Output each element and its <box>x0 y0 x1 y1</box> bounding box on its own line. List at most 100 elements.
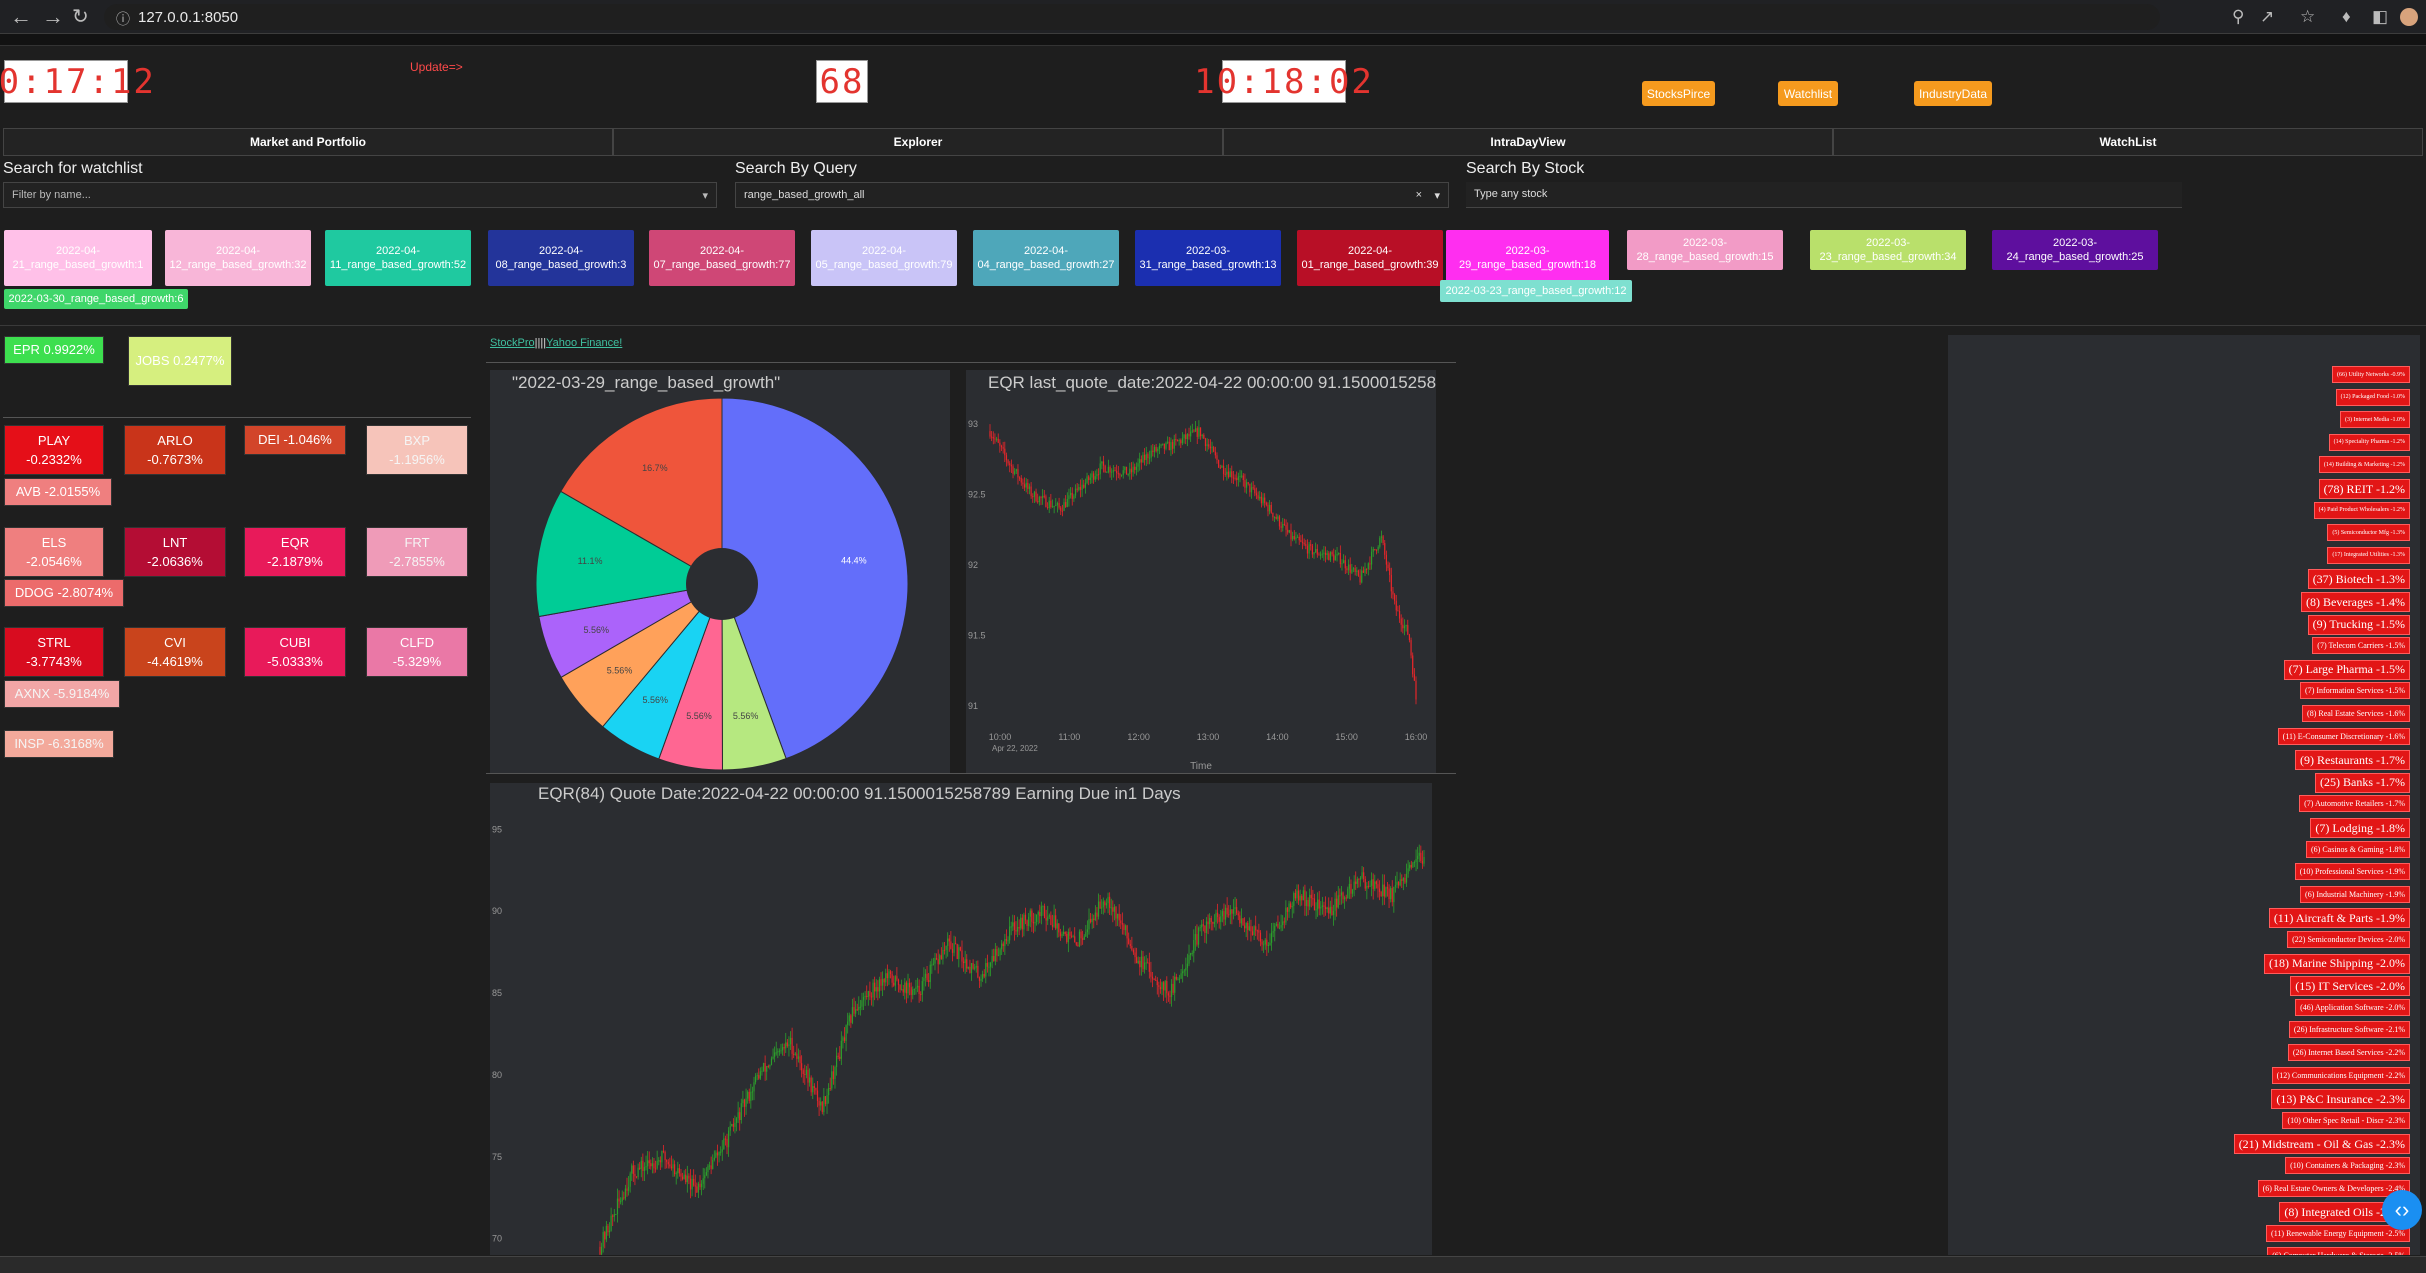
sector-bar[interactable]: (22) Semiconductor Devices -2.0% <box>2287 931 2410 948</box>
loser-tile[interactable]: PLAY -0.2332% <box>4 425 104 475</box>
loser-tile[interactable]: FRT -2.7855% <box>366 527 468 577</box>
watchlist-chip[interactable]: 2022-04-07_range_based_growth:77 <box>649 230 795 286</box>
sector-bar[interactable]: (18) Marine Shipping -2.0% <box>2264 953 2410 974</box>
loser-tile[interactable]: INSP -6.3168% <box>4 730 114 758</box>
watchlist-chip[interactable]: 2022-04-05_range_based_growth:79 <box>811 230 957 286</box>
loser-tile[interactable]: STRL -3.7743% <box>4 627 104 677</box>
bottom-scrollbar[interactable] <box>0 1256 2426 1273</box>
update-label[interactable]: Update=> <box>410 60 463 74</box>
sector-bar[interactable]: (14) Building & Marketing -1.2% <box>2318 456 2410 474</box>
watchlist-chip[interactable]: 2022-03-23_range_based_growth:34 <box>1810 230 1966 270</box>
sector-bar[interactable]: (7) Information Services -1.5% <box>2300 682 2410 700</box>
stocks-price-button[interactable]: StocksPirce <box>1642 81 1715 106</box>
tab-explorer[interactable]: Explorer <box>613 128 1223 156</box>
watchlist-chip[interactable]: 2022-04-21_range_based_growth:1 <box>4 230 152 286</box>
avatar[interactable] <box>2400 8 2418 26</box>
sector-bar[interactable]: (6) Casinos & Gaming -1.8% <box>2306 840 2410 858</box>
clear-icon[interactable]: × <box>1416 189 1422 201</box>
loser-tile[interactable]: ARLO -0.7673% <box>124 425 226 475</box>
extensions-icon[interactable]: ♦ <box>2342 7 2351 27</box>
sector-bar[interactable]: (21) Midstream - Oil & Gas -2.3% <box>2233 1134 2410 1155</box>
sector-bar[interactable]: (11) Aircraft & Parts -1.9% <box>2268 908 2410 929</box>
sector-bar[interactable]: (7) Automotive Retailers -1.7% <box>2299 795 2410 813</box>
sector-bar[interactable]: (5) Semiconductor Mfg -1.3% <box>2327 524 2410 542</box>
sector-bar[interactable]: (10) Other Spec Retail - Discr -2.3% <box>2282 1111 2410 1129</box>
sector-bar[interactable]: (26) Infrastructure Software -2.1% <box>2288 1021 2410 1039</box>
watchlist-filter-dropdown[interactable]: Filter by name... ▾ <box>3 182 717 208</box>
sector-bar[interactable]: (13) P&C Insurance -2.3% <box>2271 1089 2410 1110</box>
sector-bar[interactable]: (11) Renewable Energy Equipment -2.5% <box>2266 1224 2410 1242</box>
loser-tile[interactable]: EQR -2.1879% <box>244 527 346 577</box>
sector-bar[interactable]: (6) Real Estate Owners & Developers -2.4… <box>2257 1179 2410 1197</box>
watchlist-chip[interactable]: 2022-04-04_range_based_growth:27 <box>973 230 1119 286</box>
sector-bar[interactable]: (12) Communications Equipment -2.2% <box>2271 1066 2410 1084</box>
reload-icon[interactable]: ↻ <box>72 4 89 29</box>
watchlist-chip[interactable]: 2022-03-29_range_based_growth:18 <box>1446 230 1609 286</box>
loser-tile[interactable]: CUBI -5.0333% <box>244 627 346 677</box>
watchlist-chip[interactable]: 2022-03-23_range_based_growth:12 <box>1440 280 1632 302</box>
gainer-tile[interactable]: JOBS 0.2477% <box>128 336 232 386</box>
watchlist-chip[interactable]: 2022-03-28_range_based_growth:15 <box>1627 230 1783 270</box>
watchlist-chip[interactable]: 2022-04-08_range_based_growth:3 <box>488 230 634 286</box>
sector-bar[interactable]: (12) Packaged Food -1.0% <box>2335 388 2410 406</box>
sector-bar[interactable]: (7) Telecom Carriers -1.5% <box>2312 637 2410 655</box>
sidepanel-icon[interactable]: ◧ <box>2372 7 2388 27</box>
sector-bar[interactable]: (11) E-Consumer Discretionary -1.6% <box>2277 727 2410 745</box>
sector-bar[interactable]: (7) Lodging -1.8% <box>2310 818 2410 838</box>
sector-bar[interactable]: (6) Industrial Machinery -1.9% <box>2300 885 2410 903</box>
stockpro-link[interactable]: StockPro <box>490 337 535 349</box>
sector-bar[interactable]: (37) Biotech -1.3% <box>2307 569 2410 590</box>
loser-tile[interactable]: LNT -2.0636% <box>124 527 226 577</box>
sector-bar[interactable]: (17) Integrated Utilities -1.3% <box>2327 546 2410 564</box>
forward-icon[interactable]: → <box>42 4 64 30</box>
loser-tile[interactable]: CLFD -5.329% <box>366 627 468 677</box>
sector-bar[interactable]: (8) Real Estate Services -1.6% <box>2302 705 2410 722</box>
loser-tile[interactable]: DDOG -2.8074% <box>4 579 124 607</box>
zoom-icon[interactable]: ⚲ <box>2232 7 2244 27</box>
loser-tile[interactable]: AVB -2.0155% <box>4 478 112 506</box>
sector-bar[interactable]: (14) Speciality Pharma -1.2% <box>2328 433 2410 451</box>
watchlist-chip[interactable]: 2022-04-01_range_based_growth:39 <box>1297 230 1443 286</box>
info-icon[interactable]: ⓘ <box>116 9 130 29</box>
watchlist-chip[interactable]: 2022-03-24_range_based_growth:25 <box>1992 230 2158 270</box>
loser-tile[interactable]: BXP -1.1956% <box>366 425 468 475</box>
watchlist-chip[interactable]: 2022-04-12_range_based_growth:32 <box>165 230 311 286</box>
tab-intradayview[interactable]: IntraDayView <box>1223 128 1833 156</box>
sector-bar[interactable]: (7) Large Pharma -1.5% <box>2283 659 2410 680</box>
sector-bar[interactable]: (10) Professional Services -1.9% <box>2294 863 2410 881</box>
address-bar[interactable] <box>104 4 2160 30</box>
sector-bar[interactable]: (6) Computer Hardware & Storage -2.5% <box>2267 1247 2410 1255</box>
sector-bar[interactable]: (26) Internet Based Services -2.2% <box>2287 1044 2410 1061</box>
sector-bar[interactable]: (78) REIT -1.2% <box>2318 479 2410 499</box>
loser-tile[interactable]: DEI -1.046% <box>244 425 346 455</box>
sector-bar[interactable]: (66) Utility Networks -0.9% <box>2332 366 2410 383</box>
star-icon[interactable]: ☆ <box>2300 7 2315 27</box>
yahoo-finance-link[interactable]: Yahoo Finance! <box>546 337 622 349</box>
sector-bar[interactable]: (15) IT Services -2.0% <box>2290 976 2410 997</box>
watchlist-button[interactable]: Watchlist <box>1778 81 1838 106</box>
tab-market-portfolio[interactable]: Market and Portfolio <box>3 128 613 156</box>
back-icon[interactable]: ← <box>10 4 32 30</box>
sector-bar[interactable]: (3) Internet Media -1.0% <box>2340 411 2410 429</box>
loser-tile[interactable]: CVI -4.4619% <box>124 627 226 677</box>
watchlist-chip[interactable]: 2022-04-11_range_based_growth:52 <box>325 230 471 286</box>
loser-tile[interactable]: ELS -2.0546% <box>4 527 104 577</box>
sector-bar[interactable]: (10) Containers & Packaging -2.3% <box>2285 1157 2410 1174</box>
gainer-tile[interactable]: EPR 0.9922% <box>4 336 104 364</box>
stock-search-input[interactable]: Type any stock <box>1466 182 2182 208</box>
sector-bar[interactable]: (4) Paid Product Wholesalers -1.2% <box>2313 501 2410 519</box>
loser-tile[interactable]: AXNX -5.9184% <box>4 680 120 708</box>
sector-bar[interactable]: (8) Beverages -1.4% <box>2301 592 2410 612</box>
sector-bar[interactable]: (46) Application Software -2.0% <box>2295 998 2410 1016</box>
watchlist-chip[interactable]: 2022-03-31_range_based_growth:13 <box>1135 230 1281 286</box>
candle <box>1307 897 1309 916</box>
tab-watchlist[interactable]: WatchList <box>1833 128 2423 156</box>
sector-bar[interactable]: (9) Restaurants -1.7% <box>2295 750 2410 771</box>
code-toggle-icon[interactable]: ‹› <box>2382 1190 2422 1230</box>
watchlist-chip[interactable]: 2022-03-30_range_based_growth:6 <box>4 289 188 309</box>
industry-data-button[interactable]: IndustryData <box>1914 81 1992 106</box>
share-icon[interactable]: ↗ <box>2260 7 2274 27</box>
query-dropdown[interactable]: range_based_growth_all × ▾ <box>735 182 1449 208</box>
sector-bar[interactable]: (9) Trucking -1.5% <box>2307 614 2410 635</box>
sector-bar[interactable]: (25) Banks -1.7% <box>2315 772 2410 793</box>
